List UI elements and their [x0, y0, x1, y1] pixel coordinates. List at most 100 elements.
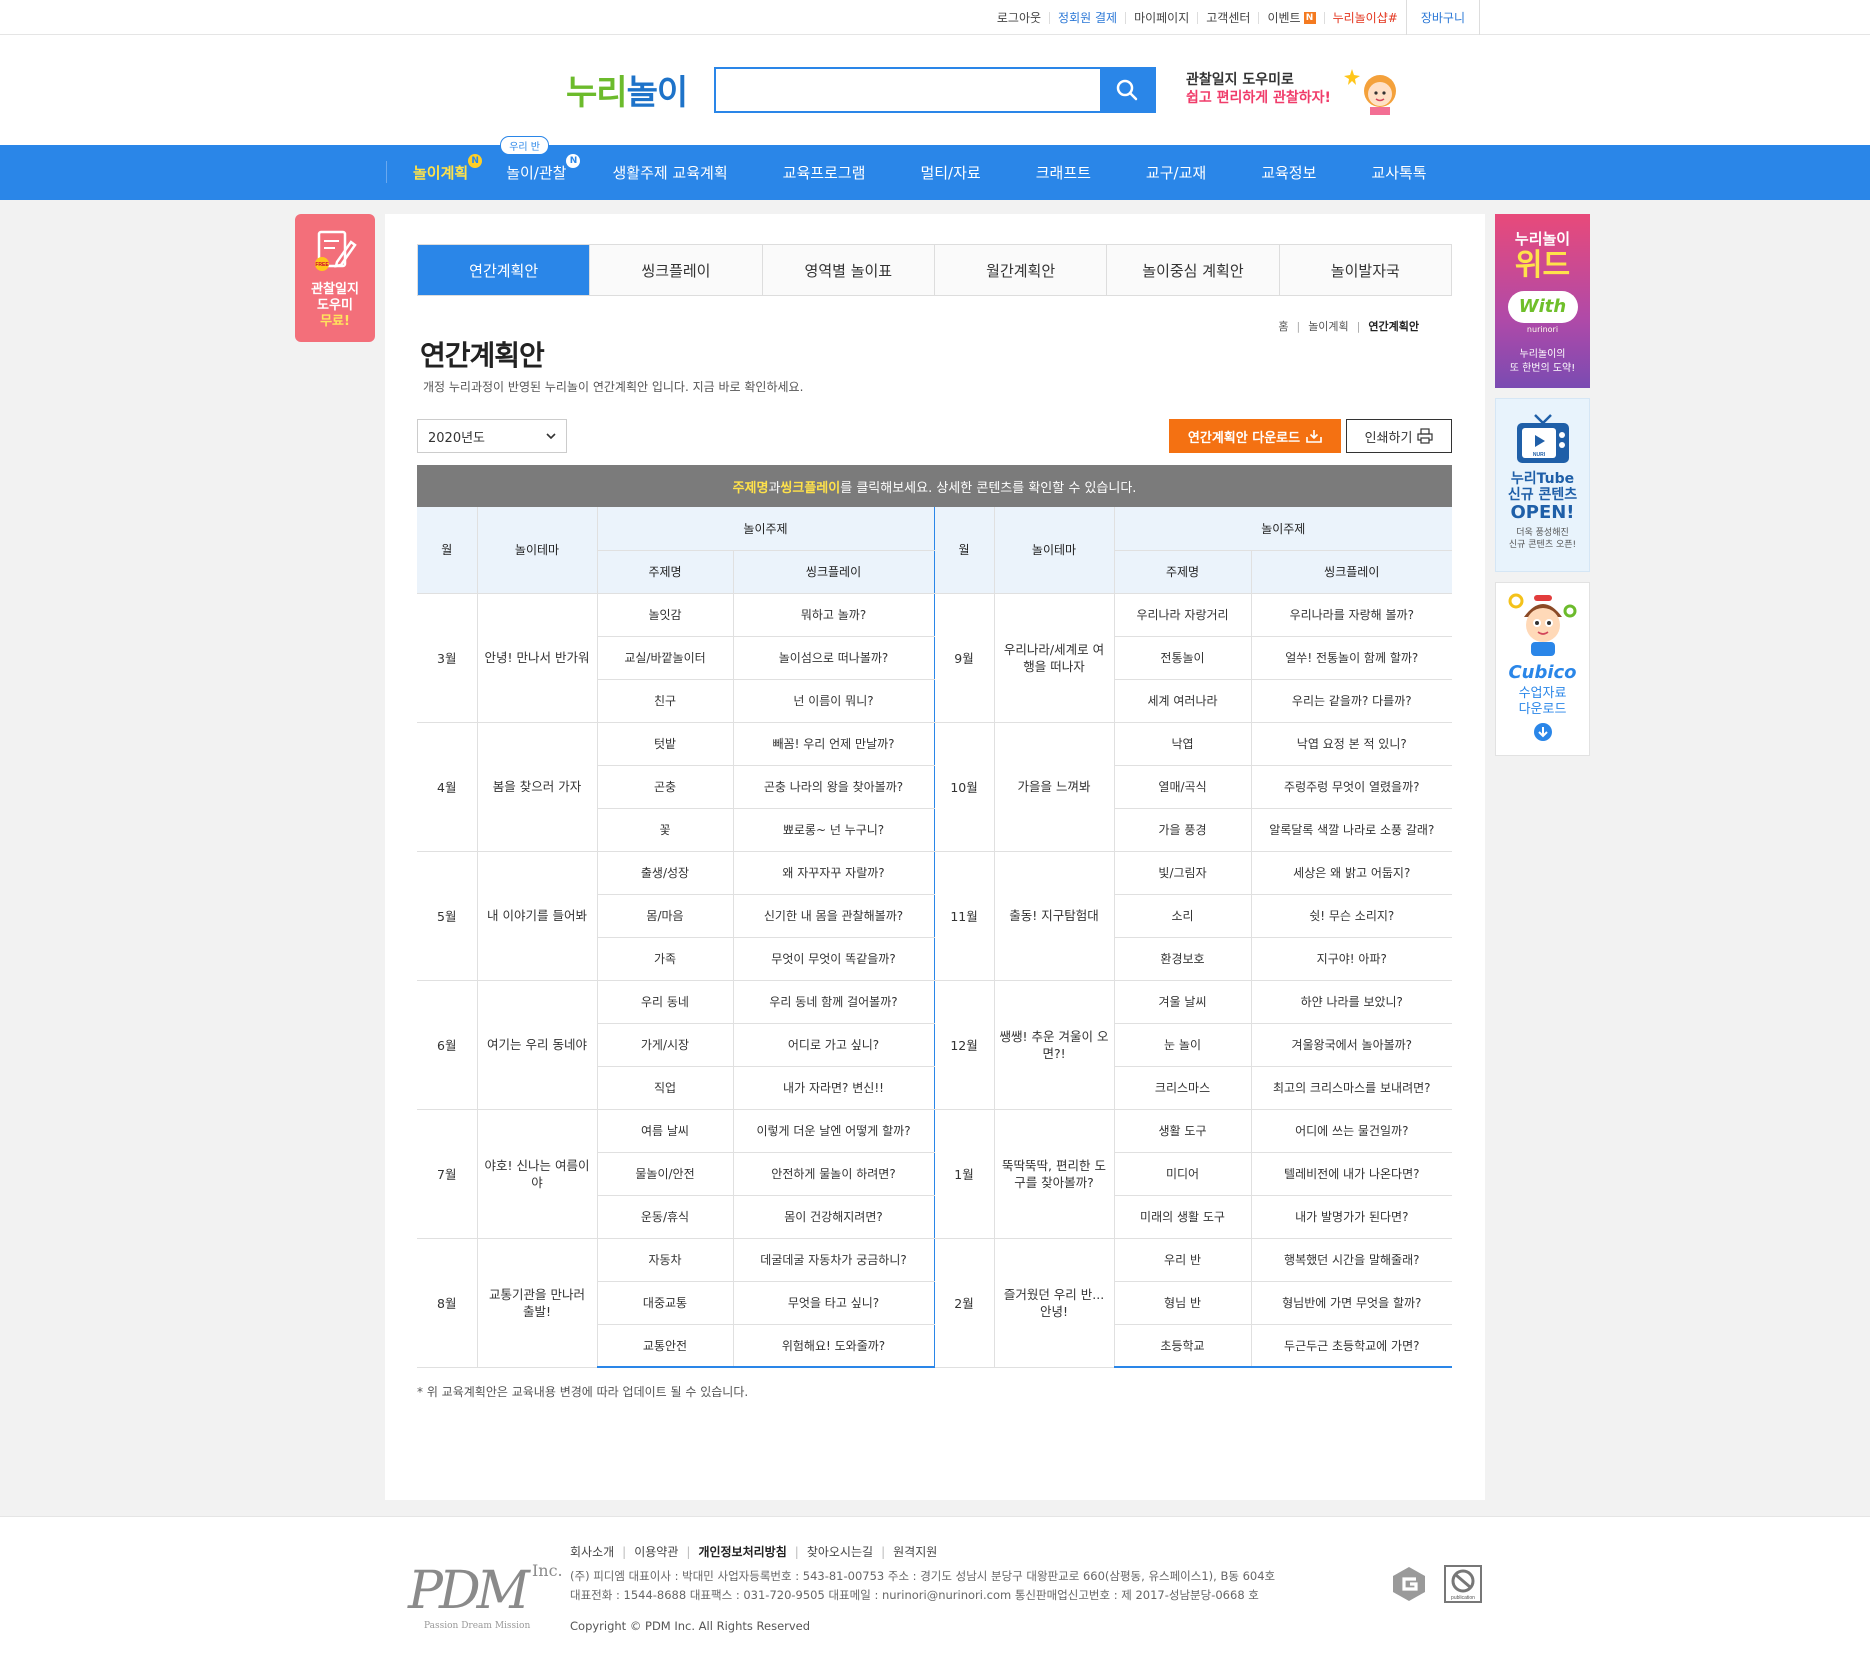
tab-area-play-table[interactable]: 영역별 놀이표	[761, 245, 934, 295]
topic-name-link[interactable]: 눈 놀이	[1114, 1023, 1252, 1067]
search-button[interactable]	[1100, 69, 1154, 111]
nav-life-theme-plan[interactable]: 생활주제 교육계획	[612, 162, 727, 183]
breadcrumb-play-plan[interactable]: 놀이계획	[1308, 320, 1348, 333]
topic-name-link[interactable]: 꽃	[597, 808, 734, 852]
think-play-link[interactable]: 내가 발명가가 된다면?	[1251, 1195, 1453, 1239]
think-play-link[interactable]: 낙엽 요정 본 적 있니?	[1251, 722, 1453, 766]
think-play-link[interactable]: 행복했던 시간을 말해줄래?	[1251, 1238, 1453, 1282]
think-play-link[interactable]: 형님반에 가면 무엇을 할까?	[1251, 1281, 1453, 1325]
topic-name-link[interactable]: 교통안전	[597, 1324, 734, 1368]
tab-monthly-plan[interactable]: 월간계획안	[933, 245, 1107, 295]
nav-teaching-tools[interactable]: 교구/교재	[1146, 162, 1206, 183]
nav-play-plan[interactable]: 놀이계획 N	[413, 154, 483, 183]
topic-name-link[interactable]: 열매/곡식	[1114, 765, 1252, 809]
topic-name-link[interactable]: 미디어	[1114, 1152, 1252, 1196]
think-play-link[interactable]: 우리는 같을까? 다를까?	[1251, 679, 1453, 723]
topic-name-link[interactable]: 우리나라 자랑거리	[1114, 593, 1252, 637]
think-play-link[interactable]: 어디에 쓰는 물건일까?	[1251, 1109, 1453, 1153]
topic-name-link[interactable]: 놀잇감	[597, 593, 734, 637]
topic-name-link[interactable]: 운동/휴식	[597, 1195, 734, 1239]
tab-think-play[interactable]: 씽크플레이	[589, 245, 762, 295]
nav-multimedia[interactable]: 멀티/자료	[920, 162, 980, 183]
think-play-link[interactable]: 몸이 건강해지려면?	[733, 1195, 935, 1239]
topic-name-link[interactable]: 물놀이/안전	[597, 1152, 734, 1196]
topic-name-link[interactable]: 출생/성장	[597, 851, 734, 895]
think-play-link[interactable]: 뭐하고 놀까?	[733, 593, 935, 637]
think-play-link[interactable]: 뾰로롱~ 넌 누구니?	[733, 808, 935, 852]
think-play-link[interactable]: 왜 자꾸자꾸 자랄까?	[733, 851, 935, 895]
mypage-link[interactable]: 마이페이지	[1125, 11, 1197, 24]
nav-teacher-talk[interactable]: 교사톡톡	[1371, 162, 1426, 183]
think-play-link[interactable]: 얼쑤! 전통놀이 함께 할까?	[1251, 636, 1453, 680]
think-play-link[interactable]: 빼꼼! 우리 언제 만날까?	[733, 722, 935, 766]
nav-play-observation[interactable]: 우리 반 놀이/관찰 N	[500, 136, 581, 183]
think-play-link[interactable]: 안전하게 물놀이 하려면?	[733, 1152, 935, 1196]
topic-name-link[interactable]: 친구	[597, 679, 734, 723]
topic-name-link[interactable]: 몸/마음	[597, 894, 734, 938]
think-play-link[interactable]: 무엇이 무엇이 똑같을까?	[733, 937, 935, 981]
observation-promo[interactable]: 관찰일지 도우미로 쉽고 편리하게 관찰하자!	[1186, 71, 1331, 107]
cubico-banner[interactable]: Cubico 수업자료 다운로드	[1495, 582, 1590, 756]
think-play-link[interactable]: 우리나라를 자랑해 볼까?	[1251, 593, 1453, 637]
tab-annual-plan[interactable]: 연간계획안	[418, 245, 590, 295]
nav-craft[interactable]: 크래프트	[1036, 162, 1091, 183]
footer-link-directions[interactable]: 찾아오시는길	[807, 1545, 873, 1559]
topic-name-link[interactable]: 직업	[597, 1066, 734, 1110]
membership-payment-link[interactable]: 정회원 결제	[1049, 11, 1125, 24]
think-play-link[interactable]: 신기한 내 몸을 관찰해볼까?	[733, 894, 935, 938]
think-play-link[interactable]: 주렁주렁 무엇이 열렸을까?	[1251, 765, 1453, 809]
topic-name-link[interactable]: 빛/그림자	[1114, 851, 1252, 895]
print-button[interactable]: 인쇄하기	[1346, 419, 1452, 453]
topic-name-link[interactable]: 여름 날씨	[597, 1109, 734, 1153]
footer-link-remote[interactable]: 원격지원	[893, 1545, 937, 1559]
search-input[interactable]	[716, 69, 1096, 111]
logout-link[interactable]: 로그아웃	[989, 12, 1049, 24]
footer-link-terms[interactable]: 이용약관	[634, 1545, 678, 1559]
topic-name-link[interactable]: 환경보호	[1114, 937, 1252, 981]
topic-name-link[interactable]: 소리	[1114, 894, 1252, 938]
think-play-link[interactable]: 놀이섬으로 떠나볼까?	[733, 636, 935, 680]
think-play-link[interactable]: 최고의 크리스마스를 보내려면?	[1251, 1066, 1453, 1110]
shop-link[interactable]: 누리놀이샵#	[1323, 11, 1406, 24]
think-play-link[interactable]: 세상은 왜 밝고 어둡지?	[1251, 851, 1453, 895]
customer-center-link[interactable]: 고객센터	[1197, 11, 1258, 24]
topic-name-link[interactable]: 가을 풍경	[1114, 808, 1252, 852]
observation-helper-banner[interactable]: FREE 관찰일지 도우미 무료!	[295, 214, 375, 342]
topic-name-link[interactable]: 교실/바깥놀이터	[597, 636, 734, 680]
think-play-link[interactable]: 텔레비전에 내가 나온다면?	[1251, 1152, 1453, 1196]
topic-name-link[interactable]: 겨울 날씨	[1114, 980, 1252, 1024]
cart-link[interactable]: 장바구니	[1405, 0, 1480, 35]
think-play-link[interactable]: 이렇게 더운 날엔 어떻게 할까?	[733, 1109, 935, 1153]
think-play-link[interactable]: 데굴데굴 자동차가 궁금하니?	[733, 1238, 935, 1282]
think-play-link[interactable]: 내가 자라면? 변신!!	[733, 1066, 935, 1110]
topic-name-link[interactable]: 가게/시장	[597, 1023, 734, 1067]
think-play-link[interactable]: 겨울왕국에서 놀아볼까?	[1251, 1023, 1453, 1067]
think-play-link[interactable]: 하얀 나라를 보았니?	[1251, 980, 1453, 1024]
tab-play-centered-plan[interactable]: 놀이중심 계획안	[1106, 245, 1279, 295]
topic-name-link[interactable]: 가족	[597, 937, 734, 981]
think-play-link[interactable]: 어디로 가고 싶니?	[733, 1023, 935, 1067]
think-play-link[interactable]: 넌 이름이 뭐니?	[733, 679, 935, 723]
footer-link-privacy[interactable]: 개인정보처리방침	[698, 1545, 786, 1559]
topic-name-link[interactable]: 미래의 생활 도구	[1114, 1195, 1252, 1239]
topic-name-link[interactable]: 텃밭	[597, 722, 734, 766]
topic-name-link[interactable]: 생활 도구	[1114, 1109, 1252, 1153]
topic-name-link[interactable]: 우리 반	[1114, 1238, 1252, 1282]
footer-link-company[interactable]: 회사소개	[570, 1545, 614, 1559]
breadcrumb-home[interactable]: 홈	[1278, 320, 1288, 333]
think-play-link[interactable]: 곤충 나라의 왕을 찾아볼까?	[733, 765, 935, 809]
think-play-link[interactable]: 지구야! 아파?	[1251, 937, 1453, 981]
topic-name-link[interactable]: 곤충	[597, 765, 734, 809]
think-play-link[interactable]: 무엇을 타고 싶니?	[733, 1281, 935, 1325]
topic-name-link[interactable]: 초등학교	[1114, 1324, 1252, 1368]
event-link[interactable]: 이벤트 N	[1258, 11, 1323, 24]
topic-name-link[interactable]: 자동차	[597, 1238, 734, 1282]
nav-education-program[interactable]: 교육프로그램	[783, 162, 866, 183]
topic-name-link[interactable]: 전통놀이	[1114, 636, 1252, 680]
nav-education-info[interactable]: 교육정보	[1261, 162, 1316, 183]
topic-name-link[interactable]: 형님 반	[1114, 1281, 1252, 1325]
year-select[interactable]: 2020년도	[417, 419, 567, 453]
topic-name-link[interactable]: 우리 동네	[597, 980, 734, 1024]
think-play-link[interactable]: 두근두근 초등학교에 가면?	[1251, 1324, 1453, 1368]
download-plan-button[interactable]: 연간계획안 다운로드	[1169, 419, 1341, 453]
